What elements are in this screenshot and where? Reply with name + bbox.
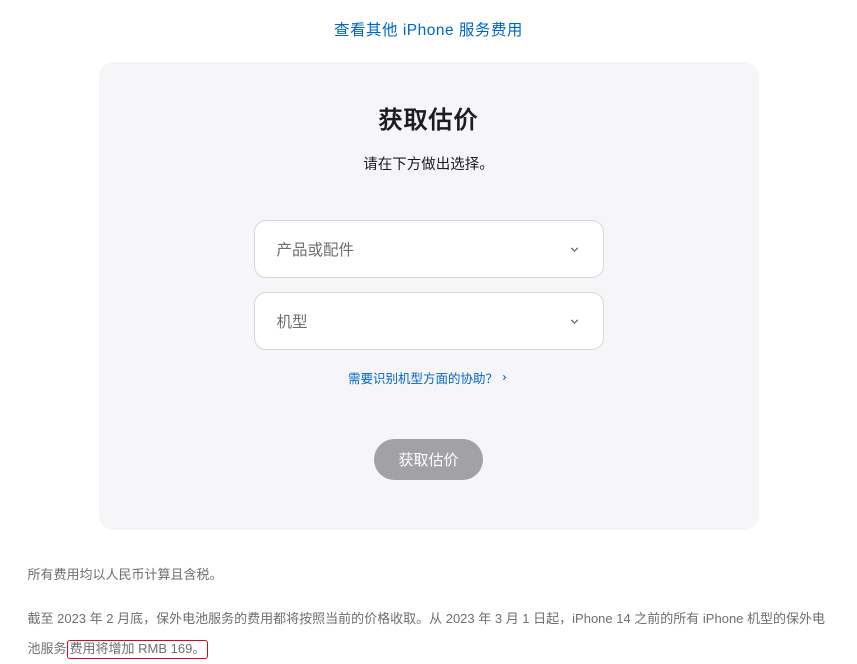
get-estimate-button[interactable]: 获取估价 (374, 439, 482, 480)
identify-model-help-link[interactable]: 需要识别机型方面的协助？ (348, 368, 509, 387)
card-title: 获取估价 (133, 100, 725, 135)
estimate-card: 获取估价 请在下方做出选择。 产品或配件 机型 需要识别机型方面的协助？ 获取估… (99, 62, 759, 530)
model-select[interactable]: 机型 (254, 292, 604, 350)
chevron-right-icon (500, 371, 509, 385)
chevron-down-icon (568, 315, 581, 328)
footer-note-price-change: 截至 2023 年 2 月底，保外电池服务的费用都将按照当前的价格收取。从 20… (28, 604, 830, 664)
model-select-placeholder: 机型 (277, 310, 568, 332)
price-increase-highlight: 费用将增加 RMB 169。 (67, 640, 209, 659)
footer-notes: 所有费用均以人民币计算且含税。 截至 2023 年 2 月底，保外电池服务的费用… (24, 560, 834, 664)
chevron-down-icon (568, 243, 581, 256)
product-select[interactable]: 产品或配件 (254, 220, 604, 278)
footer-note-currency: 所有费用均以人民币计算且含税。 (28, 560, 830, 590)
help-link-text: 需要识别机型方面的协助？ (348, 368, 498, 387)
card-subtitle: 请在下方做出选择。 (133, 153, 725, 174)
other-services-link[interactable]: 查看其他 iPhone 服务费用 (0, 0, 857, 62)
product-select-placeholder: 产品或配件 (277, 238, 568, 260)
